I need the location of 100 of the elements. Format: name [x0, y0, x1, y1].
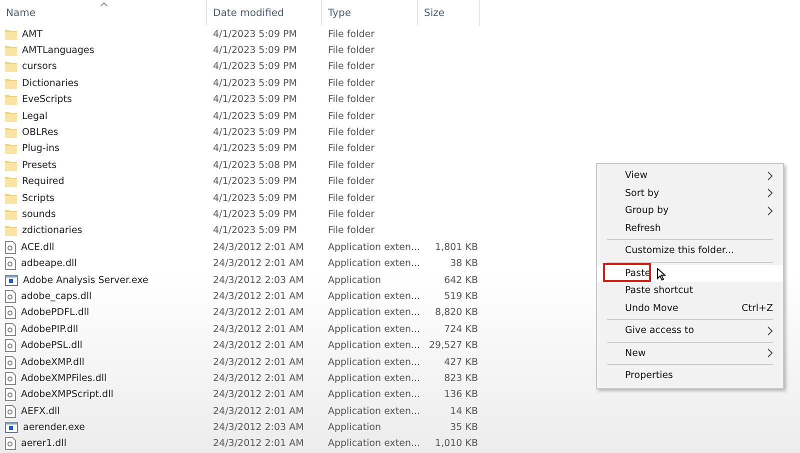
file-name[interactable]: Required — [22, 176, 64, 188]
date-modified: 4/1/2023 5:09 PM — [212, 78, 298, 89]
folder-icon — [5, 176, 17, 188]
column-header[interactable]: Name — [6, 8, 36, 18]
menu-item[interactable]: Group by — [597, 202, 783, 220]
file-type: File folder — [327, 127, 376, 138]
file-type: Application exten... — [327, 324, 418, 335]
date-modified: 24/3/2012 2:01 AM — [212, 290, 305, 302]
date-modified: 4/1/2023 5:09 PM — [212, 143, 298, 154]
menu-item[interactable]: Properties — [597, 367, 783, 384]
date-modified: 24/3/2012 2:01 AM — [212, 438, 305, 450]
folder-icon — [5, 160, 17, 171]
file-type: Application exten... — [327, 340, 418, 352]
file-type: Application exten... — [327, 389, 418, 400]
file-size: 136 KB — [444, 389, 478, 400]
date-modified: 4/1/2023 5:09 PM — [212, 94, 298, 106]
file-name[interactable]: EveScripts — [22, 94, 72, 106]
date-modified: 24/3/2012 2:01 AM — [212, 372, 305, 384]
file-size: 1,010 KB — [435, 438, 478, 450]
file-size: 724 KB — [444, 324, 478, 335]
date-modified: 4/1/2023 5:09 PM — [212, 208, 298, 220]
file-size: 519 KB — [444, 290, 478, 302]
menu-item[interactable]: Undo Move Ctrl+Z — [597, 300, 783, 317]
date-modified: 24/3/2012 2:03 AM — [212, 274, 305, 286]
highlight-frame — [603, 262, 651, 282]
file-type: File folder — [327, 192, 376, 204]
file-size: 642 KB — [444, 274, 478, 286]
file-name[interactable]: AdobePIP.dll — [21, 324, 78, 335]
menu-item[interactable]: Paste shortcut — [597, 282, 783, 300]
date-modified: 24/3/2012 2:01 AM — [212, 242, 305, 253]
file-name[interactable]: AdobePSL.dll — [21, 340, 82, 352]
date-modified: 24/3/2012 2:03 AM — [212, 422, 305, 434]
file-type: File folder — [327, 208, 376, 220]
file-name[interactable]: sounds — [22, 208, 56, 220]
date-modified: 24/3/2012 2:01 AM — [212, 258, 305, 270]
file-name[interactable]: adbeape.dll — [21, 258, 77, 270]
file-name[interactable]: AMT — [22, 28, 42, 40]
file-name[interactable]: aerender.exe — [23, 422, 86, 434]
file-name[interactable]: AEFX.dll — [21, 406, 60, 417]
file-type: File folder — [327, 78, 376, 89]
file-type: File folder — [327, 110, 376, 122]
file-type: File folder — [327, 45, 376, 56]
file-size: 38 KB — [450, 258, 478, 270]
column-header[interactable]: Size — [424, 8, 445, 18]
column-header[interactable]: Type — [328, 8, 351, 18]
column-header[interactable]: Date modified — [213, 8, 284, 18]
file-type: Application exten... — [327, 242, 418, 253]
date-modified: 4/1/2023 5:08 PM — [212, 160, 298, 171]
menu-item[interactable]: Refresh — [597, 220, 783, 237]
file-name[interactable]: Legal — [22, 110, 48, 122]
file-type: File folder — [327, 225, 376, 236]
menu-item[interactable]: Sort by — [597, 184, 783, 202]
file-size: 823 KB — [444, 372, 478, 384]
date-modified: 24/3/2012 2:01 AM — [212, 324, 305, 335]
file-type: Application exten... — [327, 307, 418, 318]
folder-icon — [5, 127, 17, 138]
file-name[interactable]: Presets — [22, 160, 57, 171]
file-type: Application exten... — [327, 258, 418, 270]
file-name[interactable]: cursors — [22, 61, 57, 72]
menu-item[interactable]: Give access to — [597, 322, 783, 340]
file-name[interactable]: AdobeXMPFiles.dll — [21, 372, 107, 384]
folder-icon — [5, 208, 17, 220]
file-name[interactable]: Adobe Analysis Server.exe — [23, 274, 148, 286]
file-size: 29,527 KB — [428, 340, 478, 352]
file-size: 14 KB — [450, 406, 478, 417]
file-name[interactable]: aerer1.dll — [21, 438, 66, 450]
date-modified: 4/1/2023 5:09 PM — [212, 176, 298, 188]
file-name[interactable]: AdobeXMP.dll — [21, 356, 84, 368]
file-type: Application exten... — [327, 356, 418, 368]
file-type: File folder — [327, 160, 376, 171]
application-icon — [5, 274, 18, 286]
file-name[interactable]: AMTLanguages — [22, 45, 94, 56]
folder-icon — [5, 78, 17, 89]
file-type: Application — [327, 422, 382, 434]
file-type: Application — [327, 274, 382, 286]
file-name[interactable]: Scripts — [22, 192, 55, 204]
file-name[interactable]: Dictionaries — [22, 78, 79, 89]
file-size: 1,801 KB — [435, 242, 478, 253]
menu-item[interactable]: Customize this folder... — [597, 242, 783, 260]
date-modified: 4/1/2023 5:09 PM — [212, 192, 298, 204]
file-size: 8,820 KB — [435, 307, 478, 318]
date-modified: 4/1/2023 5:09 PM — [212, 45, 298, 56]
file-name[interactable]: AdobeXMPScript.dll — [21, 389, 114, 400]
date-modified: 4/1/2023 5:09 PM — [212, 110, 298, 122]
file-type: Application exten... — [327, 372, 418, 384]
file-name[interactable]: Plug-ins — [22, 143, 60, 154]
file-type: Application exten... — [327, 406, 418, 417]
file-name[interactable]: ACE.dll — [21, 242, 54, 253]
file-type: File folder — [327, 176, 376, 188]
menu-item[interactable]: View — [597, 167, 783, 184]
date-modified: 4/1/2023 5:09 PM — [212, 61, 298, 72]
file-name[interactable]: AdobePDFL.dll — [21, 307, 90, 318]
date-modified: 24/3/2012 2:01 AM — [212, 340, 305, 352]
file-type: File folder — [327, 28, 376, 40]
file-name[interactable]: zdictionaries — [22, 225, 82, 236]
file-name[interactable]: adobe_caps.dll — [21, 290, 92, 302]
file-type: Application exten... — [327, 438, 418, 450]
menu-item[interactable]: New — [597, 344, 783, 362]
file-name[interactable]: OBLRes — [22, 127, 58, 138]
folder-icon — [5, 143, 17, 154]
